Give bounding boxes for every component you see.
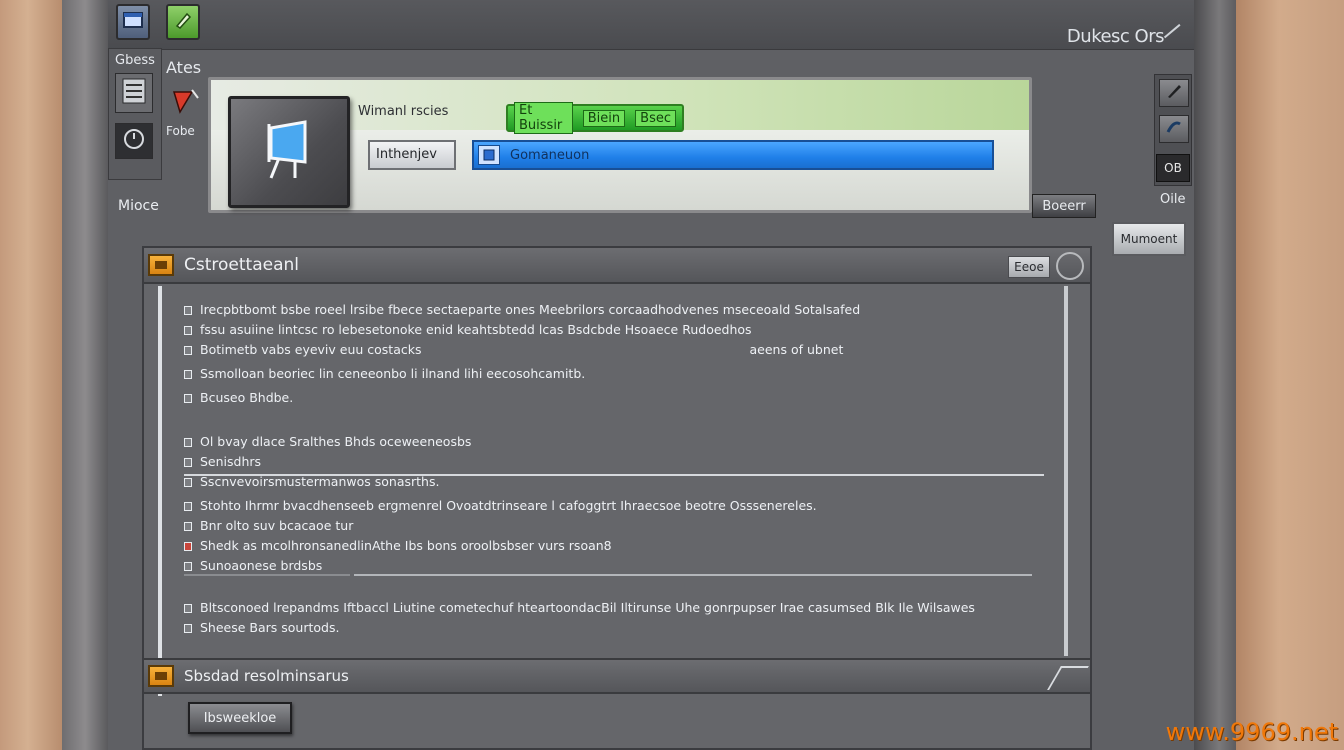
tool-label-side: Ates xyxy=(166,58,202,77)
section-2-button[interactable]: Ibsweekloe xyxy=(188,702,292,734)
list-item: fssu asuiine lintcsc ro lebesetonoke eni… xyxy=(184,320,1044,340)
search-icon xyxy=(478,145,500,165)
checkbox-icon[interactable] xyxy=(184,457,192,467)
checkbox-icon[interactable] xyxy=(184,325,192,335)
folder-icon xyxy=(148,665,174,687)
checkbox-icon[interactable] xyxy=(184,345,192,355)
bezel-left xyxy=(62,0,108,750)
checkbox-icon[interactable] xyxy=(184,305,192,315)
list-item: Stohto Ihrmr bvacdhenseeb ergmenrel Ovoa… xyxy=(184,496,1044,516)
checkbox-icon[interactable] xyxy=(184,623,192,633)
pen-tool-icon[interactable] xyxy=(170,86,200,120)
checkbox-icon[interactable] xyxy=(184,541,192,551)
list-item: Irecpbtbomt bsbe roeel lrsibe fbece sect… xyxy=(184,300,1044,320)
green-button-group: Et Buissir Biein Bsec xyxy=(506,102,684,134)
list-item: Ol bvay dlace Sralthes Bhds oceweeneosbs xyxy=(184,432,1044,452)
section-title-1: Cstroettaeanl xyxy=(184,255,299,275)
right-rail[interactable] xyxy=(1064,286,1068,656)
content-panel: Cstroettaeanl Eeoe Irecpbtbomt bsbe roee… xyxy=(142,246,1092,750)
section-chip[interactable]: Eeoe xyxy=(1008,256,1050,278)
window-icon xyxy=(123,11,143,33)
section-header-1[interactable]: Cstroettaeanl Eeoe xyxy=(144,248,1090,284)
monitor-icon xyxy=(261,118,317,186)
checkbox-icon[interactable] xyxy=(184,501,192,511)
right-tool-pen[interactable] xyxy=(1159,79,1189,107)
text-block-d: Bltsconoed lrepandms Iftbaccl Liutine co… xyxy=(184,598,1044,638)
combo-box[interactable]: Inthenjev xyxy=(368,140,456,170)
wood-frame-right xyxy=(1236,0,1344,750)
green-chip-1[interactable]: Et Buissir xyxy=(514,102,573,134)
section-title-2: Sbsdad resolminsarus xyxy=(184,667,349,685)
top-bar: Dukesc Ors xyxy=(108,0,1194,53)
list-item: Botimetb vabs eyeviv euu costacks aeens o… xyxy=(184,340,1044,360)
folder-icon xyxy=(148,254,174,276)
text-block-b: Ol bvay dlace Sralthes Bhds oceweeneosbs… xyxy=(184,432,1044,492)
list-item: Sunoaonese brdsbs xyxy=(184,556,1044,576)
clock-icon xyxy=(122,127,146,155)
checkbox-icon[interactable] xyxy=(184,477,192,487)
wood-frame-left xyxy=(0,0,62,750)
divider-1 xyxy=(184,474,1044,476)
checkbox-icon[interactable] xyxy=(184,561,192,571)
bezel-right xyxy=(1194,0,1236,750)
toggle-circle-icon[interactable] xyxy=(1056,252,1084,280)
link-icon xyxy=(1165,118,1183,140)
app-icon xyxy=(228,96,350,208)
tool-column: Gbess xyxy=(108,48,162,180)
search-bar[interactable] xyxy=(472,140,994,170)
right-tool-link[interactable] xyxy=(1159,115,1189,143)
list-icon xyxy=(121,77,147,109)
tool-tile-clock[interactable] xyxy=(115,123,153,159)
window-button[interactable] xyxy=(116,4,150,40)
list-item: Bcuseo Bhdbe. xyxy=(184,388,1044,408)
tool-tile-list[interactable] xyxy=(115,73,153,113)
checkbox-icon[interactable] xyxy=(184,393,192,403)
text-block-c: Stohto Ihrmr bvacdhenseeb ergmenrel Ovoa… xyxy=(184,496,1044,576)
list-item: Bnr olto suv bcacaoe tur xyxy=(184,516,1044,536)
list-note: aeens of ubnet xyxy=(749,342,844,357)
app-window: Dukesc Ors Gbess Ates Fobe Mioce Wimanl … xyxy=(108,0,1194,750)
watermark: www.9969.net xyxy=(1165,718,1338,746)
right-side-label: Oile xyxy=(1160,192,1186,207)
divider-2b xyxy=(354,574,1032,576)
checkbox-icon[interactable] xyxy=(184,603,192,613)
text-block-a: Irecpbtbomt bsbe roeel lrsibe fbece sect… xyxy=(184,300,1044,408)
checkbox-icon[interactable] xyxy=(184,437,192,447)
checkbox-icon[interactable] xyxy=(184,521,192,531)
collapse-corner-icon[interactable] xyxy=(1047,666,1089,690)
list-item: Senisdhrs xyxy=(184,452,1044,472)
pen-icon xyxy=(1165,82,1183,104)
green-chip-2[interactable]: Biein xyxy=(582,109,626,127)
checkbox-icon[interactable] xyxy=(184,369,192,379)
divider-2a xyxy=(184,574,350,576)
left-rail xyxy=(158,286,162,696)
list-item: Ssmolloan beoriec lin ceneeonbo li ilnan… xyxy=(184,364,1044,384)
list-item: Bltsconoed lrepandms Iftbaccl Liutine co… xyxy=(184,598,1044,618)
edit-icon xyxy=(173,10,193,34)
ob-button[interactable]: OB xyxy=(1156,154,1190,182)
tool-label-mid: Fobe xyxy=(166,124,195,138)
tool-label-bottom: Mioce xyxy=(118,198,159,214)
tab-button[interactable]: Boeerr xyxy=(1032,194,1096,218)
modal-button[interactable]: Mumoent xyxy=(1112,222,1186,256)
search-input[interactable] xyxy=(510,147,910,163)
app-title: Dukesc Ors xyxy=(1066,26,1165,47)
resize-corner-icon[interactable] xyxy=(1163,23,1193,53)
section-header-2[interactable]: Sbsdad resolminsarus xyxy=(144,658,1090,694)
list-item: Shedk as mcolhronsanedlinAthe Ibs bons o… xyxy=(184,536,1044,556)
green-chip-3[interactable]: Bsec xyxy=(635,109,676,127)
header-label: Wimanl rscies xyxy=(358,104,449,119)
list-item: Sheese Bars sourtods. xyxy=(184,618,1044,638)
tool-label-top: Gbess xyxy=(115,53,155,68)
edit-button[interactable] xyxy=(166,4,200,40)
